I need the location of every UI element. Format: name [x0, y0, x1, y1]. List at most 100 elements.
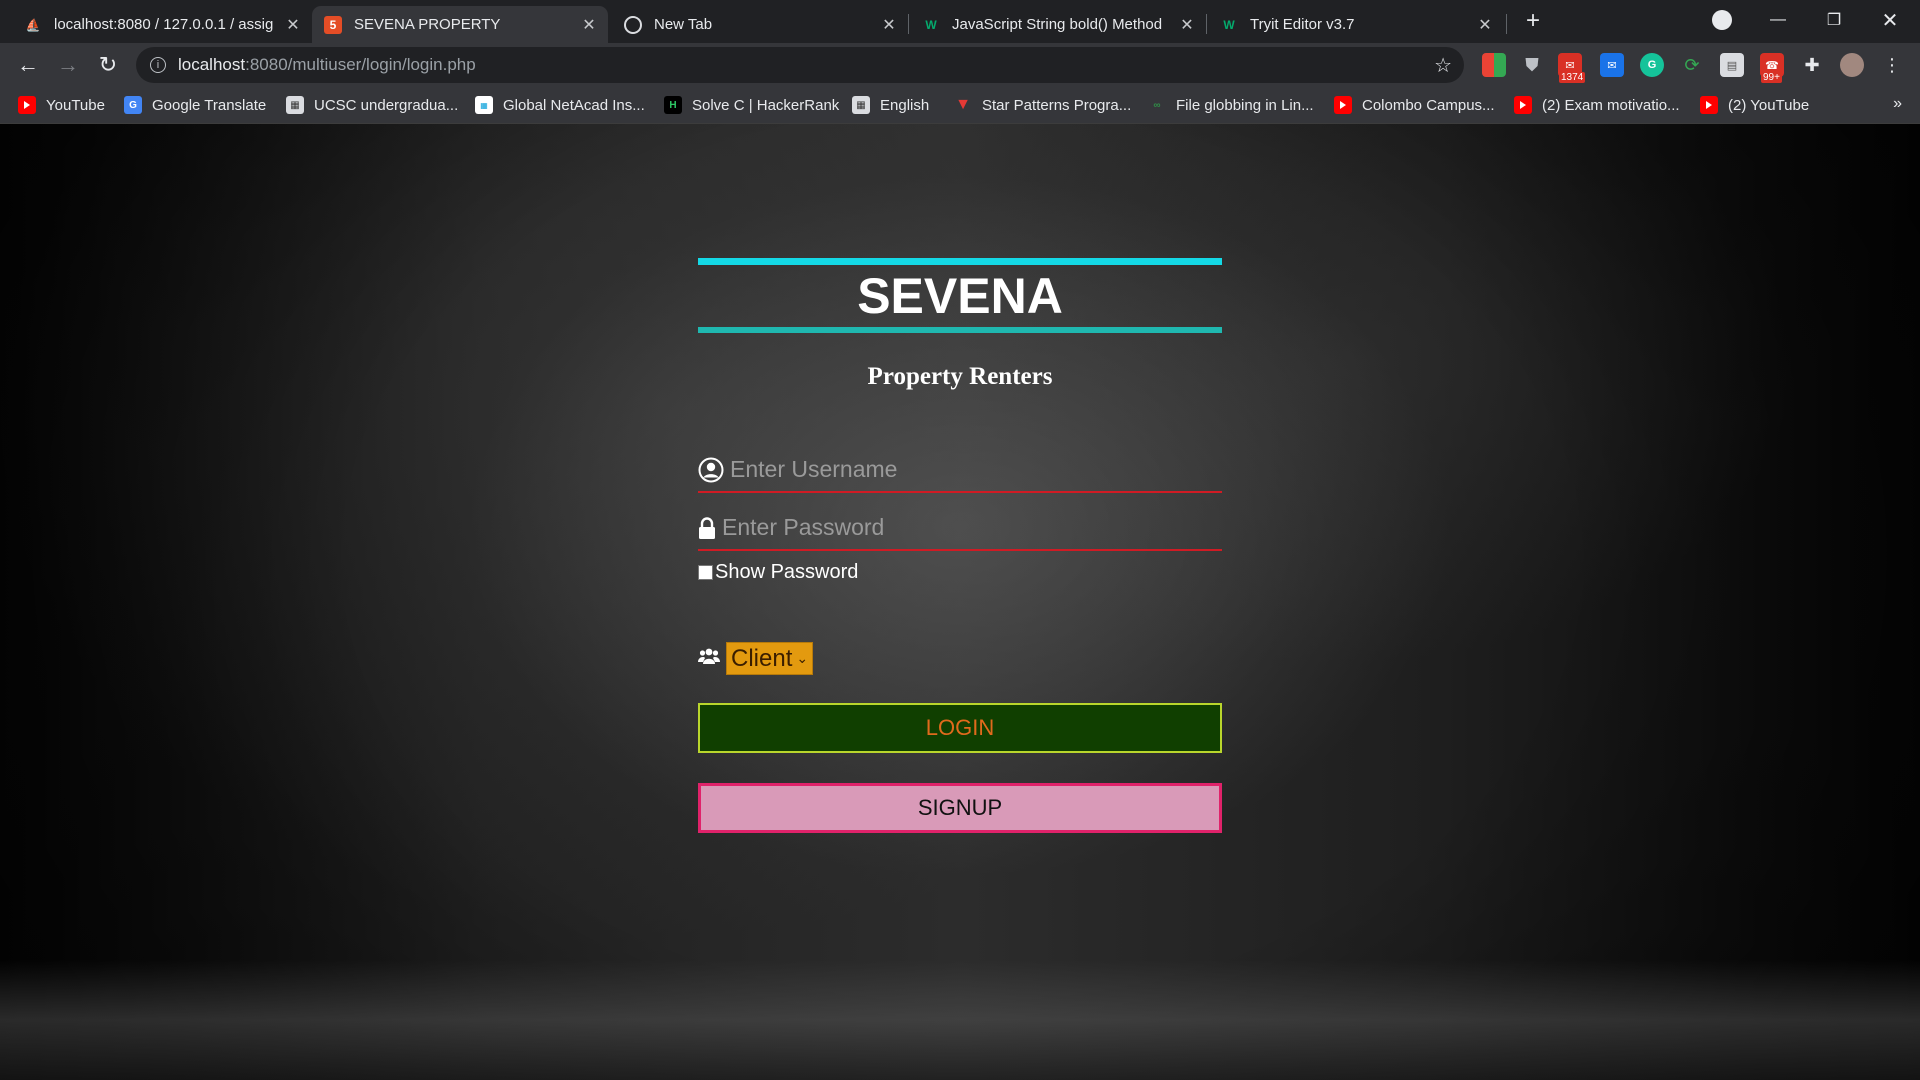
mail-extension-icon[interactable]: ✉ 1374 [1558, 53, 1586, 83]
bookmark-ucsc[interactable]: ▦ UCSC undergradua... [286, 87, 458, 123]
bookmark-star-patterns[interactable]: ▼ Star Patterns Progra... [954, 87, 1131, 123]
tab-label: localhost:8080 / 127.0.0.1 / assig [54, 16, 274, 33]
url-host: localhost [178, 55, 246, 74]
close-icon[interactable]: ✕ [880, 16, 898, 34]
user-circle-icon [698, 457, 724, 483]
lock-icon [698, 517, 716, 541]
bookmark-google-translate[interactable]: G Google Translate [124, 87, 266, 123]
bookmark-label: YouTube [46, 96, 105, 114]
bookmark-file-globbing[interactable]: ∞ File globbing in Lin... [1148, 87, 1314, 123]
shield-icon[interactable]: ⛊ [1520, 53, 1544, 77]
vue-icon: ▼ [955, 96, 971, 113]
tab-separator [908, 14, 909, 34]
address-bar[interactable]: i localhost:8080/multiuser/login/login.p… [136, 47, 1464, 83]
html5-icon: 5 [324, 15, 342, 34]
bookmark-label: UCSC undergradua... [314, 96, 459, 114]
bookmark-label: Google Translate [152, 96, 267, 114]
bookmark-exam-motivation[interactable]: (2) Exam motivatio... [1514, 87, 1680, 123]
tab-sevena-property[interactable]: 5 SEVENA PROPERTY ✕ [312, 6, 608, 43]
close-icon[interactable]: ✕ [580, 16, 598, 34]
mail-icon[interactable]: ✉ [1600, 53, 1624, 77]
close-icon[interactable]: ✕ [1476, 16, 1494, 34]
forward-icon[interactable]: → [52, 49, 84, 81]
bookmark-netacad[interactable]: ▦ Global NetAcad Ins... [475, 87, 645, 123]
bookmark-english[interactable]: ▦ English [852, 87, 929, 123]
avatar[interactable] [1840, 53, 1864, 77]
mail-count-badge: 1374 [1559, 72, 1586, 83]
brand-title: SEVENA [857, 268, 1063, 324]
users-icon [698, 647, 720, 670]
document-icon[interactable]: ▤ [1720, 53, 1744, 77]
youtube-icon [18, 96, 36, 114]
puzzle-icon[interactable]: ✚ [1800, 53, 1824, 77]
bookmarks-overflow-icon[interactable]: » [1893, 95, 1902, 113]
login-form: SEVENA Property Renters Show Password Cl… [698, 258, 1222, 833]
bookmarks-bar: YouTube G Google Translate ▦ UCSC undergra… [0, 87, 1920, 124]
tab-javascript-bold[interactable]: W JavaScript String bold() Method ✕ [910, 6, 1206, 43]
phone-extension-icon[interactable]: ☎ 99+ [1760, 53, 1784, 83]
url-path: :8080/multiuser/login/login.php [245, 55, 476, 74]
bookmark-label: File globbing in Lin... [1176, 96, 1314, 114]
youtube-icon [1700, 96, 1718, 114]
browser-tabstrip: ⛵ localhost:8080 / 127.0.0.1 / assig ✕ 5… [0, 0, 1920, 43]
bookmark-youtube[interactable]: YouTube [18, 87, 105, 123]
extension-colors-icon[interactable] [1482, 53, 1506, 77]
bookmark-label: English [880, 96, 930, 114]
brand-bottom-line [698, 327, 1222, 333]
chrome-icon [624, 15, 642, 34]
restore-icon[interactable]: ❐ [1806, 0, 1862, 40]
tab-search-icon[interactable] [1712, 10, 1732, 30]
bookmark-hackerrank[interactable]: H Solve C | HackerRank [664, 87, 839, 123]
username-field [698, 435, 1222, 493]
bookmark-label: Global NetAcad Ins... [503, 96, 645, 114]
extension-count-badge: 99+ [1761, 72, 1782, 83]
cisco-icon: ▦ [475, 96, 493, 114]
login-button[interactable]: LOGIN [698, 703, 1222, 753]
tab-tryit-editor[interactable]: W Tryit Editor v3.7 ✕ [1208, 6, 1504, 43]
bookmark-label: Colombo Campus... [1362, 96, 1495, 114]
close-icon[interactable]: ✕ [1178, 16, 1196, 34]
role-select-value: Client [731, 644, 793, 672]
bookmark-star-icon[interactable]: ☆ [1434, 53, 1452, 78]
close-icon[interactable]: ✕ [284, 16, 302, 34]
more-menu-icon[interactable]: ⋮ [1880, 53, 1904, 77]
grammarly-icon[interactable]: G [1640, 53, 1664, 77]
bookmark-label: (2) YouTube [1728, 96, 1810, 114]
refresh-extension-icon[interactable]: ⟳ [1680, 53, 1704, 77]
minimize-icon[interactable]: — [1750, 0, 1806, 40]
page-icon: ▦ [852, 96, 870, 114]
youtube-icon [1514, 96, 1532, 114]
bookmark-label: Solve C | HackerRank [692, 96, 840, 114]
tab-label: SEVENA PROPERTY [354, 16, 501, 33]
google-translate-icon: G [124, 96, 142, 114]
tab-new-tab[interactable]: New Tab ✕ [612, 6, 908, 43]
phpmyadmin-icon: ⛵ [25, 17, 41, 32]
back-icon[interactable]: ← [12, 49, 44, 81]
w3schools-icon: W [925, 17, 937, 32]
reload-icon[interactable]: ↻ [92, 49, 124, 81]
role-select[interactable]: Client ⌄ [726, 642, 814, 675]
password-field [698, 493, 1222, 551]
browser-toolbar: ← → ↻ i localhost:8080/multiuser/login/l… [0, 43, 1920, 87]
new-tab-button[interactable]: + [1520, 7, 1546, 34]
hackerrank-icon: H [664, 96, 682, 114]
show-password-label: Show Password [715, 561, 859, 583]
bookmark-colombo-campus[interactable]: Colombo Campus... [1334, 87, 1495, 123]
username-input[interactable] [730, 456, 1190, 483]
password-input[interactable] [722, 514, 1182, 541]
site-info-icon[interactable]: i [150, 57, 166, 73]
tab-separator [1206, 14, 1207, 34]
youtube-icon [1334, 96, 1352, 114]
signup-button[interactable]: SIGNUP [698, 783, 1222, 833]
tab-separator [1506, 14, 1507, 34]
tab-label: Tryit Editor v3.7 [1250, 16, 1355, 33]
close-window-icon[interactable]: ✕ [1862, 0, 1918, 40]
w3schools-icon: W [1223, 17, 1235, 32]
show-password-row: Show Password [698, 561, 1222, 584]
role-row: Client ⌄ [698, 642, 1222, 675]
tab-phpmyadmin[interactable]: ⛵ localhost:8080 / 127.0.0.1 / assig ✕ [12, 6, 312, 43]
show-password-checkbox[interactable] [698, 565, 713, 580]
brand-top-line [698, 258, 1222, 265]
bookmark-label: (2) Exam motivatio... [1542, 96, 1680, 114]
bookmark-youtube-2[interactable]: (2) YouTube [1700, 87, 1809, 123]
